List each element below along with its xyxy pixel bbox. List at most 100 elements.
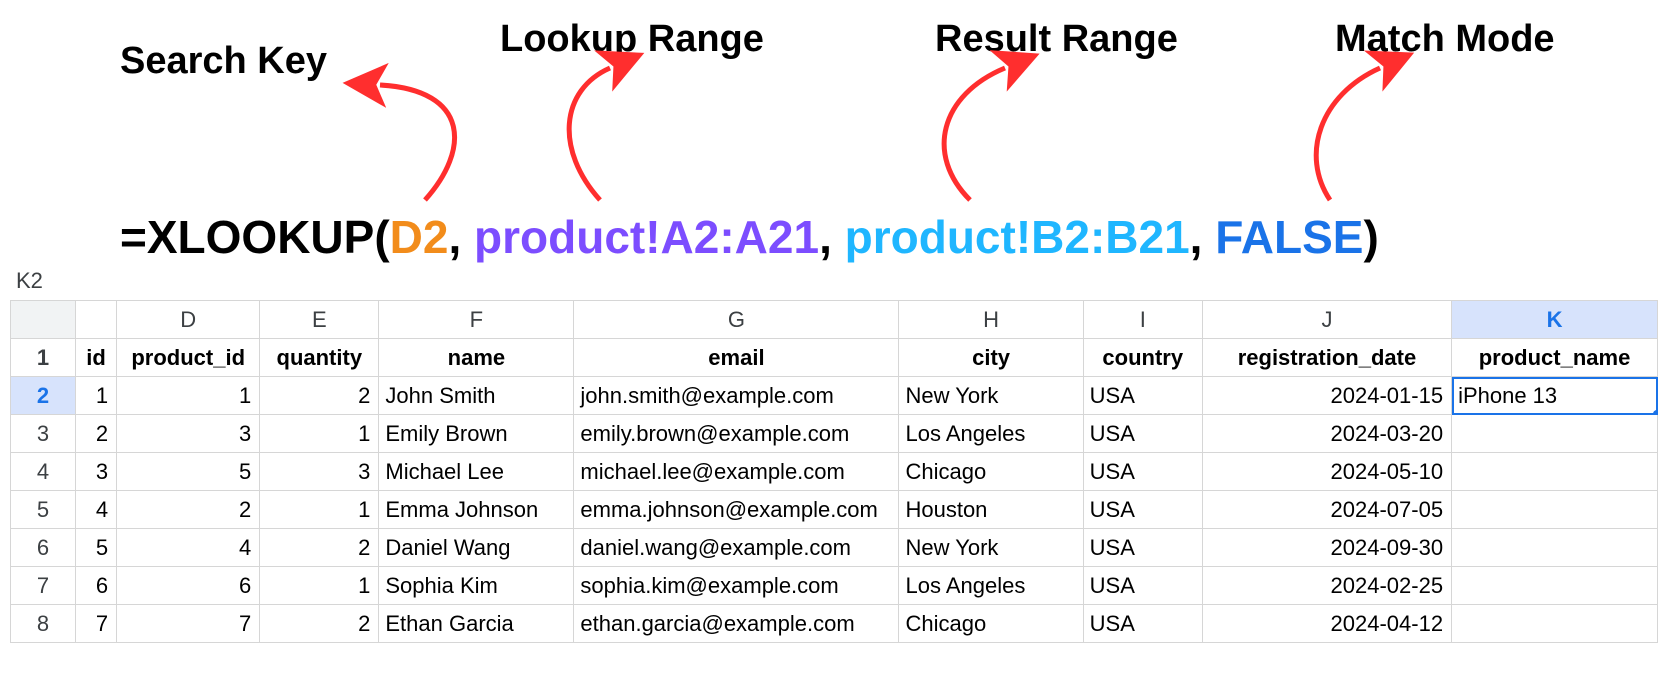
cell[interactable]: 1 xyxy=(260,491,379,529)
cell[interactable]: Emma Johnson xyxy=(379,491,574,529)
cell[interactable]: 5 xyxy=(117,453,260,491)
row-number[interactable]: 5 xyxy=(11,491,76,529)
cell[interactable]: USA xyxy=(1083,529,1202,567)
header-city[interactable]: city xyxy=(899,339,1083,377)
header-product-id[interactable]: product_id xyxy=(117,339,260,377)
cell[interactable]: 3 xyxy=(260,453,379,491)
cell[interactable]: Houston xyxy=(899,491,1083,529)
cell[interactable]: sophia.kim@example.com xyxy=(574,567,899,605)
header-reg-date[interactable]: registration_date xyxy=(1202,339,1451,377)
cell[interactable]: 1 xyxy=(260,567,379,605)
cell[interactable]: 2024-05-10 xyxy=(1202,453,1451,491)
cell[interactable]: 2 xyxy=(260,529,379,567)
cell[interactable]: 2024-02-25 xyxy=(1202,567,1451,605)
col-letter-G[interactable]: G xyxy=(574,301,899,339)
row-number[interactable]: 6 xyxy=(11,529,76,567)
cell[interactable]: Michael Lee xyxy=(379,453,574,491)
row-number[interactable]: 3 xyxy=(11,415,76,453)
cell[interactable]: 1 xyxy=(117,377,260,415)
cell[interactable]: 7 xyxy=(117,605,260,643)
cell[interactable] xyxy=(1452,605,1658,643)
cell[interactable]: Ethan Garcia xyxy=(379,605,574,643)
row-number[interactable]: 7 xyxy=(11,567,76,605)
cell[interactable]: Chicago xyxy=(899,453,1083,491)
col-letter-I[interactable]: I xyxy=(1083,301,1202,339)
active-cell[interactable]: iPhone 13 xyxy=(1452,377,1658,415)
header-name[interactable]: name xyxy=(379,339,574,377)
cell[interactable]: Los Angeles xyxy=(899,415,1083,453)
col-letter-D[interactable]: D xyxy=(117,301,260,339)
col-letter-K[interactable]: K xyxy=(1452,301,1658,339)
cell[interactable]: 2 xyxy=(260,377,379,415)
cell[interactable]: 3 xyxy=(76,453,117,491)
cell[interactable]: emma.johnson@example.com xyxy=(574,491,899,529)
cell[interactable]: 2024-04-12 xyxy=(1202,605,1451,643)
col-letter-partial[interactable] xyxy=(76,301,117,339)
cell[interactable]: USA xyxy=(1083,453,1202,491)
cell[interactable]: 4 xyxy=(76,491,117,529)
cell[interactable]: Sophia Kim xyxy=(379,567,574,605)
formula-arg1: D2 xyxy=(390,211,449,263)
cell[interactable]: 2 xyxy=(117,491,260,529)
cell[interactable]: USA xyxy=(1083,491,1202,529)
header-product-name[interactable]: product_name xyxy=(1452,339,1658,377)
col-letter-H[interactable]: H xyxy=(899,301,1083,339)
cell[interactable]: 2024-07-05 xyxy=(1202,491,1451,529)
row-number[interactable]: 2 xyxy=(11,377,76,415)
cell[interactable]: 2024-09-30 xyxy=(1202,529,1451,567)
header-email[interactable]: email xyxy=(574,339,899,377)
cell[interactable]: 1 xyxy=(76,377,117,415)
cell[interactable]: New York xyxy=(899,377,1083,415)
cell[interactable]: New York xyxy=(899,529,1083,567)
cell[interactable] xyxy=(1452,491,1658,529)
row-number[interactable]: 1 xyxy=(11,339,76,377)
cell[interactable]: john.smith@example.com xyxy=(574,377,899,415)
table-row: 4 3 5 3 Michael Lee michael.lee@example.… xyxy=(11,453,1658,491)
cell[interactable]: USA xyxy=(1083,415,1202,453)
cell[interactable] xyxy=(1452,453,1658,491)
cell[interactable]: 7 xyxy=(76,605,117,643)
cell[interactable]: 6 xyxy=(117,567,260,605)
cell[interactable]: daniel.wang@example.com xyxy=(574,529,899,567)
cell[interactable]: emily.brown@example.com xyxy=(574,415,899,453)
col-letter-J[interactable]: J xyxy=(1202,301,1451,339)
cell[interactable]: 6 xyxy=(76,567,117,605)
cell[interactable]: 5 xyxy=(76,529,117,567)
arrow-search-key xyxy=(380,85,455,200)
col-letter-F[interactable]: F xyxy=(379,301,574,339)
cell[interactable]: ethan.garcia@example.com xyxy=(574,605,899,643)
cell[interactable]: Los Angeles xyxy=(899,567,1083,605)
cell[interactable]: John Smith xyxy=(379,377,574,415)
cell[interactable] xyxy=(1452,567,1658,605)
table-row: 5 4 2 1 Emma Johnson emma.johnson@exampl… xyxy=(11,491,1658,529)
cell[interactable]: 2 xyxy=(76,415,117,453)
header-partial[interactable]: id xyxy=(76,339,117,377)
cell[interactable]: USA xyxy=(1083,567,1202,605)
cell[interactable]: Daniel Wang xyxy=(379,529,574,567)
header-country[interactable]: country xyxy=(1083,339,1202,377)
cell[interactable]: michael.lee@example.com xyxy=(574,453,899,491)
cell[interactable]: 2024-01-15 xyxy=(1202,377,1451,415)
cell[interactable]: USA xyxy=(1083,605,1202,643)
grid[interactable]: D E F G H I J K 1 id product_id quantity… xyxy=(10,300,1658,643)
spreadsheet[interactable]: D E F G H I J K 1 id product_id quantity… xyxy=(10,300,1658,643)
name-box[interactable]: K2 xyxy=(16,268,43,294)
cell[interactable]: USA xyxy=(1083,377,1202,415)
arrow-result-range xyxy=(944,68,1005,200)
formula-prefix: =XLOOKUP( xyxy=(120,211,390,263)
col-letter-E[interactable]: E xyxy=(260,301,379,339)
cell[interactable]: Emily Brown xyxy=(379,415,574,453)
cell[interactable]: 4 xyxy=(117,529,260,567)
cell[interactable]: 2024-03-20 xyxy=(1202,415,1451,453)
cell[interactable]: 3 xyxy=(117,415,260,453)
select-all-corner[interactable] xyxy=(11,301,76,339)
cell[interactable]: Chicago xyxy=(899,605,1083,643)
cell[interactable]: 2 xyxy=(260,605,379,643)
header-quantity[interactable]: quantity xyxy=(260,339,379,377)
header-row: 1 id product_id quantity name email city… xyxy=(11,339,1658,377)
cell[interactable]: 1 xyxy=(260,415,379,453)
row-number[interactable]: 8 xyxy=(11,605,76,643)
cell[interactable] xyxy=(1452,529,1658,567)
cell[interactable] xyxy=(1452,415,1658,453)
row-number[interactable]: 4 xyxy=(11,453,76,491)
